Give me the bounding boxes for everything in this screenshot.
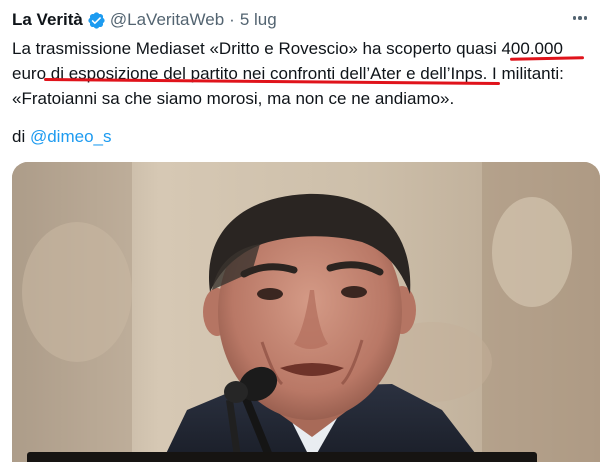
verified-badge-icon (87, 11, 106, 30)
photo-portrait-image (12, 162, 600, 462)
user-handle[interactable]: @LaVeritaWeb (110, 10, 224, 30)
byline: di @dimeo_s (12, 126, 111, 148)
tweet-text-line-3: «Fratoianni sa che siamo morosi, ma non … (12, 89, 455, 108)
tweet-photo[interactable] (12, 162, 600, 462)
display-name[interactable]: La Verità (12, 10, 83, 30)
tweet: La Verità @LaVeritaWeb · 5 lug La trasmi… (0, 0, 600, 462)
tweet-header: La Verità @LaVeritaWeb · 5 lug (12, 9, 277, 31)
caption-strip (27, 452, 537, 462)
byline-prefix: di (12, 127, 26, 146)
tweet-text: La trasmissione Mediaset «Dritto e Roves… (12, 36, 594, 111)
author-mention-link[interactable]: @dimeo_s (30, 127, 112, 146)
tweet-date[interactable]: 5 lug (240, 10, 277, 30)
more-options-icon[interactable] (570, 8, 590, 28)
tweet-text-line-1: La trasmissione Mediaset «Dritto e Roves… (12, 39, 563, 58)
separator-dot: · (229, 10, 235, 29)
